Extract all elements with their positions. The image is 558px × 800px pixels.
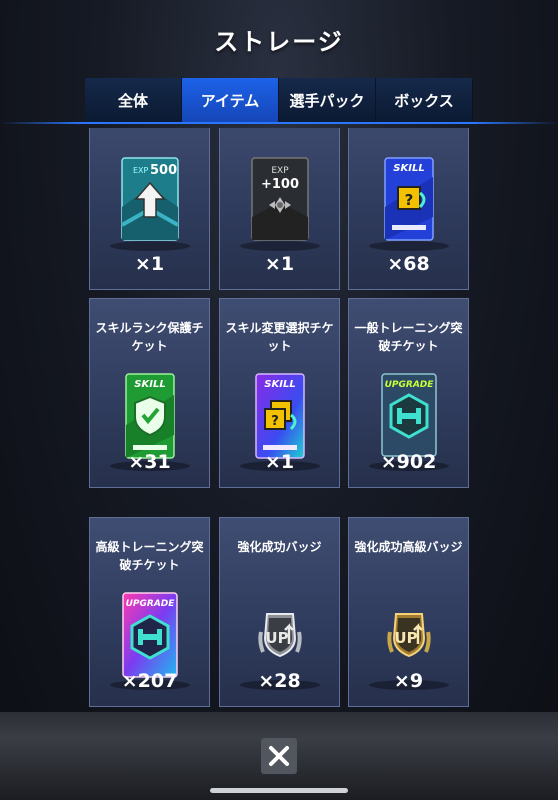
item-card[interactable]: 一般トレーニング突破チケット UPGRADE ×902 [348, 298, 469, 488]
item-count: ×207 [121, 670, 178, 692]
tab-boxes[interactable]: ボックス [376, 78, 473, 122]
svg-text:SKILL: SKILL [134, 379, 165, 390]
item-card[interactable]: 強化成功高級バッジ UP ×9 [348, 517, 469, 707]
item-card[interactable]: SKILL ? ×68 [348, 128, 469, 290]
close-button[interactable] [261, 738, 297, 774]
item-count: ×31 [128, 451, 171, 473]
item-count: ×9 [393, 670, 424, 692]
tab-items[interactable]: アイテム [182, 78, 279, 122]
gold-up-badge-icon: UP [349, 608, 468, 666]
item-card[interactable]: スキル変更選択チケット SKILL ? ×1 [219, 298, 340, 488]
item-grid[interactable]: EXP 500 ×1 EXP +100 ×1 SKILL ? ×68 スキルラン… [0, 128, 558, 712]
tab-underline [0, 122, 558, 124]
item-card[interactable]: 強化成功バッジ UP ×28 [219, 517, 340, 707]
item-name: 高級トレーニング突破チケット [95, 540, 204, 572]
skill-shield-ticket-icon: SKILL [90, 373, 209, 463]
page-title: ストレージ [214, 28, 344, 56]
svg-text:?: ? [404, 191, 413, 209]
svg-text:500: 500 [150, 163, 177, 178]
tab-all[interactable]: 全体 [85, 78, 182, 122]
item-count: ×1 [134, 253, 165, 275]
premium-upgrade-ticket-icon: UPGRADE [90, 592, 209, 682]
item-card[interactable]: EXP 500 ×1 [89, 128, 210, 290]
svg-text:UPGRADE: UPGRADE [125, 599, 175, 609]
svg-text:?: ? [271, 414, 279, 429]
item-count: ×28 [258, 670, 301, 692]
exp-500-upgrade-card-icon: EXP 500 [90, 157, 209, 245]
item-card[interactable]: EXP +100 ×1 [219, 128, 340, 290]
svg-text:SKILL: SKILL [393, 163, 424, 174]
svg-text:UPGRADE: UPGRADE [384, 380, 434, 390]
tab-bar: 全体 アイテム 選手パック ボックス [85, 78, 473, 122]
upgrade-ticket-icon: UPGRADE [349, 373, 468, 461]
item-name: 一般トレーニング突破チケット [354, 321, 463, 353]
svg-text:UP: UP [394, 629, 417, 647]
svg-text:+100: +100 [260, 177, 298, 192]
svg-text:UP: UP [265, 629, 288, 647]
tab-player-packs[interactable]: 選手パック [279, 78, 376, 122]
home-indicator[interactable] [210, 788, 348, 793]
close-icon [269, 746, 289, 766]
item-name: スキル変更選択チケット [225, 321, 334, 353]
item-name: 強化成功高級バッジ [354, 540, 463, 554]
skill-change-ticket-icon: SKILL ? [220, 373, 339, 463]
svg-text:EXP: EXP [271, 166, 289, 176]
item-card[interactable]: スキルランク保護チケット SKILL ×31 [89, 298, 210, 488]
item-count: ×1 [264, 253, 295, 275]
silver-up-badge-icon: UP [220, 608, 339, 666]
skill-random-ticket-icon: SKILL ? [349, 157, 468, 245]
item-name: 強化成功バッジ [237, 540, 322, 554]
svg-text:EXP: EXP [133, 166, 149, 175]
item-count: ×902 [380, 451, 437, 473]
item-name: スキルランク保護チケット [95, 321, 204, 353]
exp-100-card-icon: EXP +100 [220, 157, 339, 245]
item-count: ×68 [387, 253, 430, 275]
item-card[interactable]: 高級トレーニング突破チケット UPGRADE ×207 [89, 517, 210, 707]
svg-text:SKILL: SKILL [264, 379, 295, 390]
item-count: ×1 [264, 451, 295, 473]
